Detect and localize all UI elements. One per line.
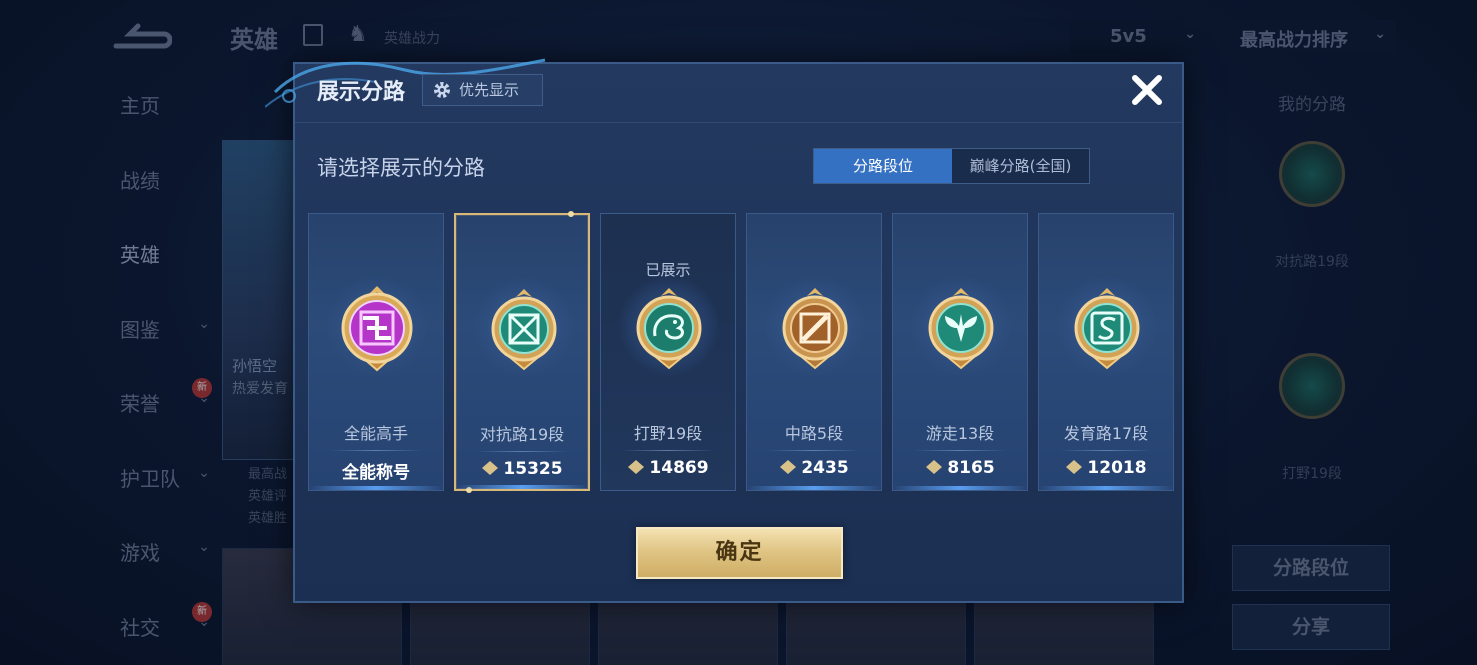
card-bottom-glow: [1039, 486, 1173, 490]
lane-card-value: 12018: [1039, 458, 1173, 478]
lane-card-value: 8165: [893, 458, 1027, 478]
card-bottom-glow: [747, 486, 881, 490]
lane-card-value: 2435: [747, 458, 881, 478]
close-icon[interactable]: [1127, 70, 1167, 110]
lane-card-farm[interactable]: 发育路17段 12018: [1038, 213, 1174, 491]
lane-card-mid[interactable]: 中路5段 2435: [746, 213, 882, 491]
confirm-button[interactable]: 确定: [636, 527, 843, 579]
dialog-subtitle: 请选择展示的分路: [317, 156, 485, 180]
gear-icon: [434, 82, 450, 98]
header-divider: [295, 122, 1182, 123]
tab-peak-lane[interactable]: 巅峰分路(全国): [952, 149, 1089, 183]
tab-lane-rank[interactable]: 分路段位: [814, 149, 952, 183]
card-divider: [476, 451, 568, 452]
lane-card-value: 全能称号: [309, 458, 443, 483]
power-diamond-icon: [628, 460, 645, 474]
card-bottom-glow: [893, 486, 1027, 490]
card-divider: [621, 450, 715, 451]
card-divider: [767, 450, 861, 451]
tab-group: 分路段位 巅峰分路(全国): [813, 148, 1090, 184]
lane-card-name: 游走13段: [925, 424, 995, 443]
lane-card-value-text: 全能称号: [342, 463, 410, 483]
lane-display-dialog: 展示分路 优先显示 请选择展示的分路 分路段位 巅峰分路(全国) 全能高手 全能…: [265, 58, 1184, 603]
lane-card-clash[interactable]: 对抗路19段 15325: [454, 211, 590, 493]
priority-display-button[interactable]: 优先显示: [422, 74, 543, 106]
allround-emblem-icon: [341, 286, 413, 372]
power-diamond-icon: [780, 460, 797, 474]
lane-card-value-text: 15325: [503, 459, 563, 479]
power-diamond-icon: [482, 461, 499, 475]
card-divider: [913, 450, 1007, 451]
power-diamond-icon: [1066, 460, 1083, 474]
lane-card-value-text: 2435: [801, 458, 849, 478]
selection-corner-dot: [568, 211, 574, 217]
card-divider: [329, 450, 423, 451]
lane-cards: 全能高手 全能称号 对抗路19段 15325 已展示 打野19段 14869 中…: [308, 211, 1174, 493]
lane-card-name: 对抗路19段: [479, 425, 565, 444]
lane-card-name: 发育路17段: [1063, 424, 1149, 443]
dialog-title: 展示分路: [317, 80, 406, 105]
card-divider: [1059, 450, 1153, 451]
farm-lane-emblem-icon: [1074, 288, 1140, 370]
lane-card-roam[interactable]: 游走13段 8165: [892, 213, 1028, 491]
lane-card-name: 打野19段: [633, 424, 703, 443]
priority-display-label: 优先显示: [459, 81, 520, 99]
card-bottom-glow: [309, 486, 443, 490]
lane-card-value-text: 14869: [649, 458, 709, 478]
card-bottom-glow: [456, 485, 588, 489]
power-diamond-icon: [926, 460, 943, 474]
clash-lane-emblem-icon: [491, 289, 557, 371]
lane-card-allround[interactable]: 全能高手 全能称号: [308, 213, 444, 491]
lane-card-value: 15325: [456, 459, 588, 479]
lane-card-jungle[interactable]: 已展示 打野19段 14869: [600, 213, 736, 491]
lane-card-name: 中路5段: [784, 424, 844, 443]
jungle-emblem-icon: [636, 288, 702, 370]
mid-lane-emblem-icon: [782, 288, 848, 370]
lane-card-value-text: 8165: [947, 458, 995, 478]
lane-card-value: 14869: [601, 458, 735, 478]
lane-card-value-text: 12018: [1087, 458, 1147, 478]
roam-emblem-icon: [928, 288, 994, 370]
lane-card-name: 全能高手: [343, 424, 408, 443]
